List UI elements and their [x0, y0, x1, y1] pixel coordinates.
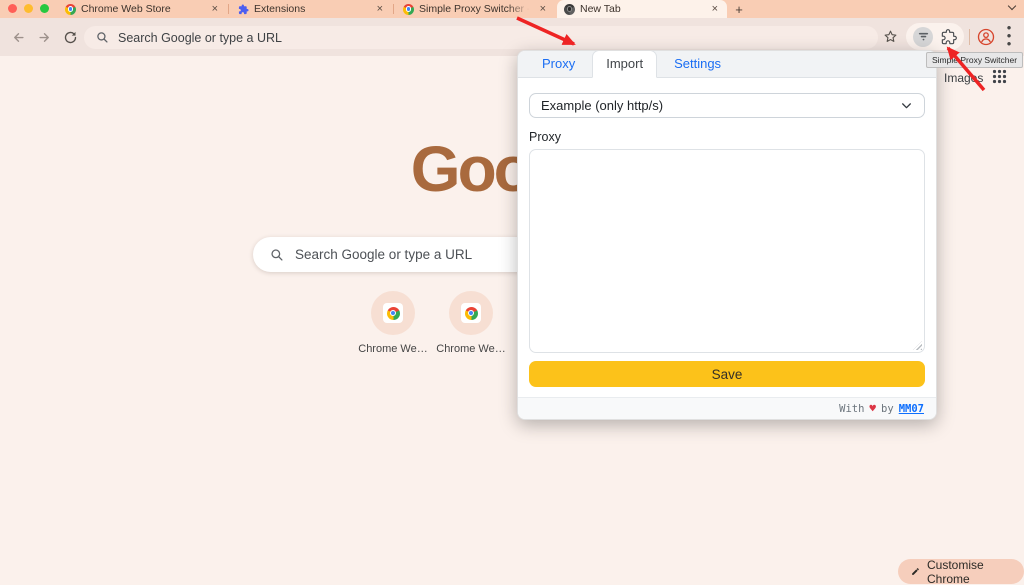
chrome-web-store-favicon-icon	[403, 4, 414, 15]
tab-simple-proxy-switcher[interactable]: Simple Proxy Switcher - Chro ×	[396, 0, 555, 18]
chrome-web-store-favicon-icon	[461, 303, 481, 323]
popup-tab-bar: Proxy Import Settings	[518, 51, 936, 78]
shortcut-tile-circle	[449, 291, 493, 335]
customise-chrome-label: Customise Chrome	[927, 558, 1011, 585]
kebab-menu-icon[interactable]: •••	[1001, 24, 1017, 48]
close-icon[interactable]: ×	[375, 4, 385, 15]
address-bar[interactable]: Search Google or type a URL	[84, 26, 878, 49]
chrome-web-store-favicon-icon	[383, 303, 403, 323]
browser-window: Chrome Web Store × Extensions × Simple P…	[0, 0, 1024, 585]
search-icon	[270, 248, 284, 262]
tab-strip: Chrome Web Store × Extensions × Simple P…	[0, 0, 1024, 18]
chrome-web-store-favicon-icon	[65, 4, 76, 15]
popup-tab-import[interactable]: Import	[592, 50, 657, 78]
extension-popup: Proxy Import Settings Example (only http…	[517, 50, 937, 420]
shortcut-label: Chrome We…	[427, 343, 515, 355]
simple-proxy-switcher-extension-icon[interactable]	[913, 27, 933, 47]
extension-tooltip: Simple Proxy Switcher	[926, 52, 1023, 68]
new-tab-button[interactable]: +	[731, 1, 747, 17]
shortcut-tile-circle	[371, 291, 415, 335]
popup-footer: With ♥ by MM07	[518, 397, 936, 419]
close-icon[interactable]: ×	[538, 4, 548, 15]
tab-chrome-web-store[interactable]: Chrome Web Store ×	[58, 0, 227, 18]
tab-new-tab[interactable]: New Tab ×	[557, 0, 727, 18]
bookmark-star-icon[interactable]	[883, 29, 898, 49]
back-icon[interactable]	[6, 18, 30, 56]
popup-tab-proxy[interactable]: Proxy	[529, 51, 588, 77]
popup-body: Example (only http/s) Proxy Save	[518, 78, 936, 397]
proxy-textarea-wrap	[529, 149, 925, 353]
example-select-value: Example (only http/s)	[541, 98, 663, 113]
customise-chrome-button[interactable]: Customise Chrome	[898, 559, 1024, 584]
shortcut-chrome-web-store[interactable]: Chrome We…	[349, 291, 437, 355]
macos-close-button[interactable]	[8, 4, 17, 13]
tab-title: New Tab	[580, 3, 705, 15]
tab-title: Chrome Web Store	[81, 3, 205, 15]
chevron-down-icon[interactable]	[1008, 2, 1016, 10]
extensions-puzzle-icon	[238, 4, 249, 15]
footer-by-text: by	[881, 403, 894, 415]
search-icon	[96, 31, 109, 44]
ntp-search-placeholder: Search Google or type a URL	[295, 247, 472, 262]
macos-minimize-button[interactable]	[24, 4, 33, 13]
tab-title: Extensions	[254, 3, 370, 15]
close-icon[interactable]: ×	[210, 4, 220, 15]
toolbar-divider	[969, 29, 970, 45]
save-button[interactable]: Save	[529, 361, 925, 387]
google-apps-grid-icon[interactable]	[992, 69, 1007, 89]
extension-pill	[906, 23, 964, 50]
tab-separator	[228, 4, 229, 14]
macos-fullscreen-button[interactable]	[40, 4, 49, 13]
chevron-down-icon	[900, 99, 913, 112]
reload-icon[interactable]	[58, 18, 82, 56]
heart-icon: ♥	[869, 402, 876, 415]
popup-tab-settings[interactable]: Settings	[661, 51, 734, 77]
extensions-menu-puzzle-icon[interactable]	[941, 29, 957, 45]
tab-title: Simple Proxy Switcher - Chro	[419, 3, 533, 15]
tab-separator	[393, 4, 394, 14]
tab-extensions[interactable]: Extensions ×	[231, 0, 392, 18]
shortcut-label: Chrome We…	[349, 343, 437, 355]
author-link[interactable]: MM07	[899, 403, 924, 415]
example-select[interactable]: Example (only http/s)	[529, 93, 925, 118]
close-icon[interactable]: ×	[710, 4, 720, 15]
proxy-textarea[interactable]	[530, 150, 924, 352]
proxy-label: Proxy	[529, 130, 925, 144]
forward-icon[interactable]	[32, 18, 56, 56]
pencil-icon	[911, 566, 920, 577]
profile-avatar[interactable]	[977, 28, 995, 51]
footer-with-text: With	[839, 403, 864, 415]
address-bar-placeholder: Search Google or type a URL	[118, 31, 282, 45]
images-link[interactable]: Images	[944, 71, 983, 85]
new-tab-favicon-icon	[564, 4, 575, 15]
shortcut-chrome-web-store-2[interactable]: Chrome We…	[427, 291, 515, 355]
